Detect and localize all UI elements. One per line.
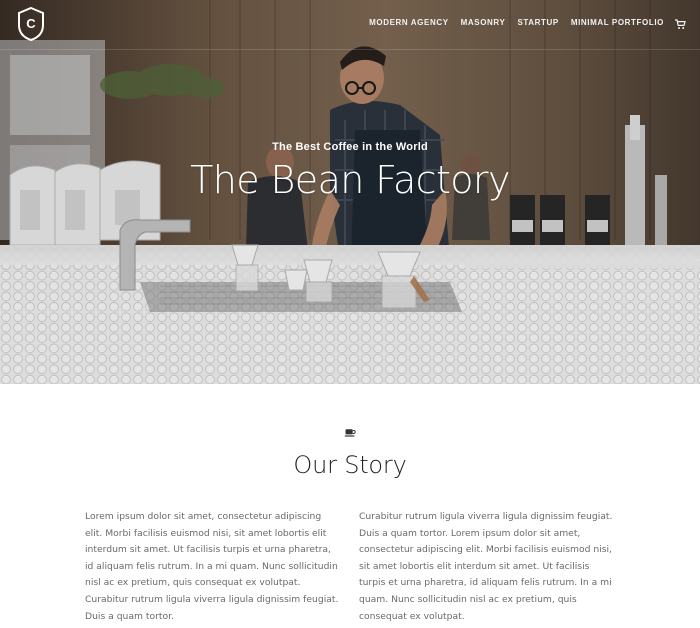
- nav-link-startup[interactable]: STARTUP: [517, 18, 558, 27]
- nav-link-modern-agency[interactable]: MODERN AGENCY: [369, 18, 449, 27]
- nav-link-masonry[interactable]: MASONRY: [461, 18, 506, 27]
- story-column-left: Lorem ipsum dolor sit amet, consectetur …: [85, 511, 339, 622]
- logo-letter: C: [26, 16, 36, 31]
- cart-icon[interactable]: [674, 17, 686, 29]
- hero-title: The Bean Factory: [190, 158, 510, 202]
- navbar: C MODERN AGENCY MASONRY STARTUP MINIMAL …: [0, 0, 700, 50]
- nav-links: MODERN AGENCY MASONRY STARTUP MINIMAL PO…: [369, 18, 664, 27]
- story-title: Our Story: [293, 451, 407, 479]
- hero-section: C MODERN AGENCY MASONRY STARTUP MINIMAL …: [0, 0, 700, 384]
- story-column-right: Curabitur rutrum ligula viverra ligula d…: [359, 511, 613, 622]
- nav-link-minimal-portfolio[interactable]: MINIMAL PORTFOLIO: [571, 18, 664, 27]
- hero-subtitle: The Best Coffee in the World: [272, 141, 428, 153]
- shield-logo-icon: C: [18, 6, 44, 42]
- logo[interactable]: C: [16, 6, 46, 42]
- coffee-cup-icon: [344, 425, 356, 437]
